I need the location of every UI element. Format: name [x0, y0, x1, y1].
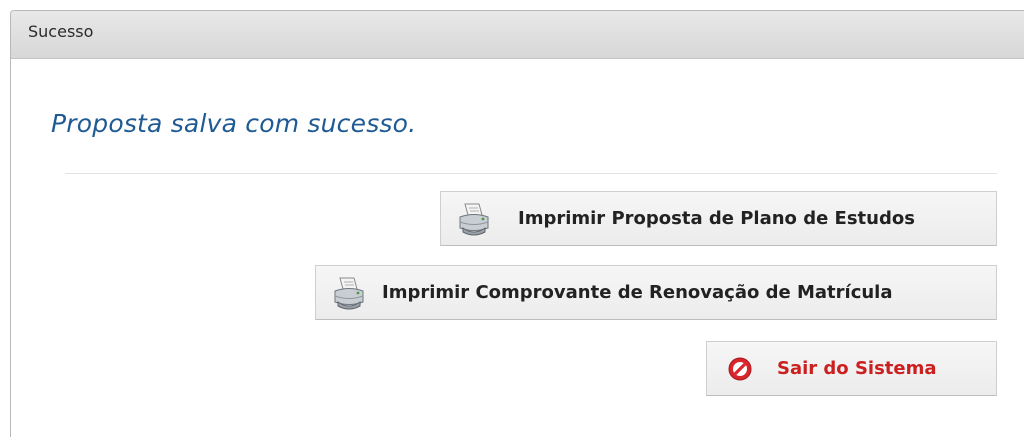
print-enrollment-receipt-label: Imprimir Comprovante de Renovação de Mat…	[382, 282, 893, 303]
printer-icon	[330, 274, 368, 312]
success-dialog: Sucesso Proposta salva com sucesso. Impr…	[10, 10, 1024, 437]
printer-icon	[455, 200, 493, 238]
print-study-plan-button[interactable]: Imprimir Proposta de Plano de Estudos	[440, 191, 997, 246]
no-entry-icon	[721, 350, 759, 388]
dialog-title: Sucesso	[28, 22, 94, 41]
dialog-titlebar[interactable]: Sucesso	[11, 11, 1024, 59]
divider	[65, 173, 997, 174]
exit-system-button[interactable]: Sair do Sistema	[706, 341, 997, 396]
exit-system-label: Sair do Sistema	[777, 358, 937, 379]
print-study-plan-label: Imprimir Proposta de Plano de Estudos	[518, 208, 915, 229]
print-enrollment-receipt-button[interactable]: Imprimir Comprovante de Renovação de Mat…	[315, 265, 997, 320]
success-message: Proposta salva com sucesso.	[51, 109, 417, 138]
